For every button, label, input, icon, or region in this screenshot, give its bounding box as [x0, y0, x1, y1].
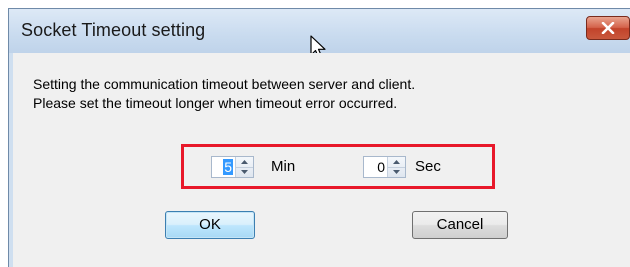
- seconds-input[interactable]: 0: [364, 157, 387, 177]
- minutes-unit-label: Min: [271, 158, 296, 175]
- title-bar[interactable]: Socket Timeout setting: [9, 9, 630, 60]
- close-icon: [601, 22, 615, 34]
- seconds-spin-buttons: [387, 157, 405, 177]
- socket-timeout-dialog: Socket Timeout setting Setting the commu…: [8, 8, 630, 267]
- seconds-down-button[interactable]: [388, 167, 405, 177]
- minutes-value: 5: [223, 159, 233, 175]
- seconds-value: 0: [377, 159, 385, 175]
- description-text: Setting the communication timeout betwee…: [33, 75, 415, 113]
- minutes-spin-buttons: [235, 157, 253, 177]
- seconds-stepper[interactable]: 0: [363, 156, 406, 178]
- dialog-title: Socket Timeout setting: [21, 20, 206, 40]
- minutes-input[interactable]: 5: [212, 157, 235, 177]
- ok-button[interactable]: OK: [165, 211, 255, 239]
- minutes-stepper[interactable]: 5: [211, 156, 254, 178]
- description-line-2: Please set the timeout longer when timeo…: [33, 95, 398, 111]
- close-button[interactable]: [586, 16, 630, 40]
- spin-down-arrow-icon: [241, 170, 248, 174]
- description-line-1: Setting the communication timeout betwee…: [33, 76, 416, 92]
- dialog-body: Setting the communication timeout betwee…: [13, 53, 630, 267]
- spin-up-arrow-icon: [241, 160, 248, 164]
- spin-down-arrow-icon: [393, 170, 400, 174]
- minutes-down-button[interactable]: [236, 167, 253, 177]
- spin-up-arrow-icon: [393, 160, 400, 164]
- cancel-button[interactable]: Cancel: [412, 211, 508, 239]
- seconds-unit-label: Sec: [415, 158, 441, 175]
